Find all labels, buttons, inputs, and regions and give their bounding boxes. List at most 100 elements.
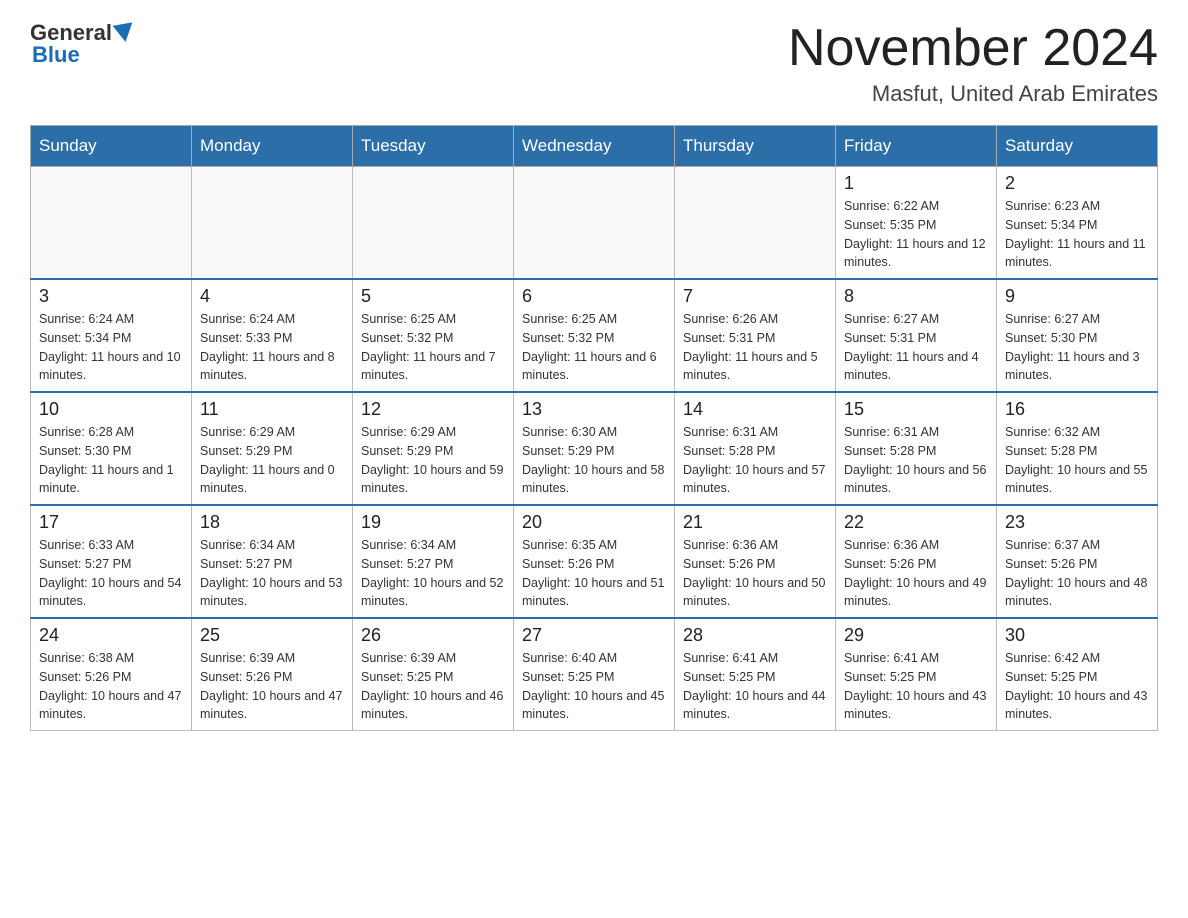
calendar-row: 3 Sunrise: 6:24 AMSunset: 5:34 PMDaylight… bbox=[31, 279, 1158, 392]
calendar-row: 17 Sunrise: 6:33 AMSunset: 5:27 PMDayligh… bbox=[31, 505, 1158, 618]
weekday-header-sunday: Sunday bbox=[31, 126, 192, 167]
calendar-cell: 12 Sunrise: 6:29 AMSunset: 5:29 PMDayligh… bbox=[353, 392, 514, 505]
day-info: Sunrise: 6:27 AMSunset: 5:30 PMDaylight:… bbox=[1005, 310, 1149, 385]
calendar-cell: 29Sunrise: 6:41 AMSunset: 5:25 PMDayligh… bbox=[836, 618, 997, 731]
calendar-body: 1 Sunrise: 6:22 AMSunset: 5:35 PMDaylight… bbox=[31, 167, 1158, 731]
calendar-cell: 30 Sunrise: 6:42 AMSunset: 5:25 PMDayligh… bbox=[997, 618, 1158, 731]
calendar-cell: 10Sunrise: 6:28 AMSunset: 5:30 PMDayligh… bbox=[31, 392, 192, 505]
day-info: Sunrise: 6:38 AMSunset: 5:26 PMDaylight:… bbox=[39, 649, 183, 724]
day-number: 17 bbox=[39, 512, 183, 533]
calendar-cell: 14Sunrise: 6:31 AMSunset: 5:28 PMDayligh… bbox=[675, 392, 836, 505]
day-number: 13 bbox=[522, 399, 666, 420]
day-info: Sunrise: 6:34 AMSunset: 5:27 PMDaylight:… bbox=[361, 536, 505, 611]
day-number: 1 bbox=[844, 173, 988, 194]
day-number: 18 bbox=[200, 512, 344, 533]
day-number: 7 bbox=[683, 286, 827, 307]
day-info: Sunrise: 6:39 AMSunset: 5:26 PMDaylight:… bbox=[200, 649, 344, 724]
calendar-cell: 3 Sunrise: 6:24 AMSunset: 5:34 PMDaylight… bbox=[31, 279, 192, 392]
weekday-header-wednesday: Wednesday bbox=[514, 126, 675, 167]
day-info: Sunrise: 6:39 AMSunset: 5:25 PMDaylight:… bbox=[361, 649, 505, 724]
day-info: Sunrise: 6:36 AMSunset: 5:26 PMDaylight:… bbox=[683, 536, 827, 611]
day-info: Sunrise: 6:30 AMSunset: 5:29 PMDaylight:… bbox=[522, 423, 666, 498]
day-info: Sunrise: 6:22 AMSunset: 5:35 PMDaylight:… bbox=[844, 197, 988, 272]
calendar-cell: 18Sunrise: 6:34 AMSunset: 5:27 PMDayligh… bbox=[192, 505, 353, 618]
calendar-row: 1 Sunrise: 6:22 AMSunset: 5:35 PMDaylight… bbox=[31, 167, 1158, 280]
day-info: Sunrise: 6:40 AMSunset: 5:25 PMDaylight:… bbox=[522, 649, 666, 724]
day-number: 6 bbox=[522, 286, 666, 307]
day-number: 21 bbox=[683, 512, 827, 533]
weekday-header-thursday: Thursday bbox=[675, 126, 836, 167]
day-info: Sunrise: 6:26 AMSunset: 5:31 PMDaylight:… bbox=[683, 310, 827, 385]
day-info: Sunrise: 6:42 AMSunset: 5:25 PMDaylight:… bbox=[1005, 649, 1149, 724]
day-number: 24 bbox=[39, 625, 183, 646]
calendar-cell: 19Sunrise: 6:34 AMSunset: 5:27 PMDayligh… bbox=[353, 505, 514, 618]
calendar-cell: 11Sunrise: 6:29 AMSunset: 5:29 PMDayligh… bbox=[192, 392, 353, 505]
day-number: 4 bbox=[200, 286, 344, 307]
calendar-cell bbox=[192, 167, 353, 280]
title-area: November 2024 Masfut, United Arab Emirat… bbox=[788, 20, 1158, 107]
day-number: 22 bbox=[844, 512, 988, 533]
month-year-title: November 2024 bbox=[788, 20, 1158, 77]
calendar-cell: 20Sunrise: 6:35 AMSunset: 5:26 PMDayligh… bbox=[514, 505, 675, 618]
calendar-cell: 21 Sunrise: 6:36 AMSunset: 5:26 PMDayligh… bbox=[675, 505, 836, 618]
calendar-cell: 2 Sunrise: 6:23 AMSunset: 5:34 PMDaylight… bbox=[997, 167, 1158, 280]
day-info: Sunrise: 6:35 AMSunset: 5:26 PMDaylight:… bbox=[522, 536, 666, 611]
calendar-cell: 28Sunrise: 6:41 AMSunset: 5:25 PMDayligh… bbox=[675, 618, 836, 731]
day-info: Sunrise: 6:23 AMSunset: 5:34 PMDaylight:… bbox=[1005, 197, 1149, 272]
calendar-cell: 6 Sunrise: 6:25 AMSunset: 5:32 PMDaylight… bbox=[514, 279, 675, 392]
day-info: Sunrise: 6:28 AMSunset: 5:30 PMDaylight:… bbox=[39, 423, 183, 498]
day-number: 8 bbox=[844, 286, 988, 307]
calendar-cell: 24 Sunrise: 6:38 AMSunset: 5:26 PMDayligh… bbox=[31, 618, 192, 731]
calendar-cell: 25 Sunrise: 6:39 AMSunset: 5:26 PMDayligh… bbox=[192, 618, 353, 731]
calendar-cell: 13 Sunrise: 6:30 AMSunset: 5:29 PMDayligh… bbox=[514, 392, 675, 505]
logo-area: General Blue bbox=[30, 20, 136, 68]
day-info: Sunrise: 6:25 AMSunset: 5:32 PMDaylight:… bbox=[522, 310, 666, 385]
calendar-cell bbox=[514, 167, 675, 280]
day-info: Sunrise: 6:27 AMSunset: 5:31 PMDaylight:… bbox=[844, 310, 988, 385]
day-number: 16 bbox=[1005, 399, 1149, 420]
calendar-row: 24 Sunrise: 6:38 AMSunset: 5:26 PMDayligh… bbox=[31, 618, 1158, 731]
day-number: 25 bbox=[200, 625, 344, 646]
day-info: Sunrise: 6:32 AMSunset: 5:28 PMDaylight:… bbox=[1005, 423, 1149, 498]
day-number: 23 bbox=[1005, 512, 1149, 533]
day-number: 28 bbox=[683, 625, 827, 646]
page-header: General Blue November 2024 Masfut, Unite… bbox=[30, 20, 1158, 107]
day-number: 9 bbox=[1005, 286, 1149, 307]
calendar-cell: 4 Sunrise: 6:24 AMSunset: 5:33 PMDaylight… bbox=[192, 279, 353, 392]
day-info: Sunrise: 6:29 AMSunset: 5:29 PMDaylight:… bbox=[200, 423, 344, 498]
calendar-cell: 27Sunrise: 6:40 AMSunset: 5:25 PMDayligh… bbox=[514, 618, 675, 731]
day-info: Sunrise: 6:37 AMSunset: 5:26 PMDaylight:… bbox=[1005, 536, 1149, 611]
weekday-header-saturday: Saturday bbox=[997, 126, 1158, 167]
calendar-cell bbox=[675, 167, 836, 280]
day-number: 30 bbox=[1005, 625, 1149, 646]
day-number: 12 bbox=[361, 399, 505, 420]
day-info: Sunrise: 6:31 AMSunset: 5:28 PMDaylight:… bbox=[683, 423, 827, 498]
calendar-row: 10Sunrise: 6:28 AMSunset: 5:30 PMDayligh… bbox=[31, 392, 1158, 505]
day-info: Sunrise: 6:41 AMSunset: 5:25 PMDaylight:… bbox=[844, 649, 988, 724]
weekday-header-row: SundayMondayTuesdayWednesdayThursdayFrid… bbox=[31, 126, 1158, 167]
calendar-cell bbox=[31, 167, 192, 280]
day-info: Sunrise: 6:33 AMSunset: 5:27 PMDaylight:… bbox=[39, 536, 183, 611]
calendar-cell: 5Sunrise: 6:25 AMSunset: 5:32 PMDaylight… bbox=[353, 279, 514, 392]
calendar-cell: 9 Sunrise: 6:27 AMSunset: 5:30 PMDaylight… bbox=[997, 279, 1158, 392]
day-number: 3 bbox=[39, 286, 183, 307]
day-info: Sunrise: 6:24 AMSunset: 5:34 PMDaylight:… bbox=[39, 310, 183, 385]
logo-blue-text: Blue bbox=[32, 42, 80, 68]
weekday-header-monday: Monday bbox=[192, 126, 353, 167]
day-info: Sunrise: 6:29 AMSunset: 5:29 PMDaylight:… bbox=[361, 423, 505, 498]
calendar-header: SundayMondayTuesdayWednesdayThursdayFrid… bbox=[31, 126, 1158, 167]
calendar-cell bbox=[353, 167, 514, 280]
weekday-header-friday: Friday bbox=[836, 126, 997, 167]
logo-triangle-icon bbox=[113, 22, 136, 43]
day-number: 15 bbox=[844, 399, 988, 420]
calendar-cell: 17 Sunrise: 6:33 AMSunset: 5:27 PMDayligh… bbox=[31, 505, 192, 618]
calendar-cell: 16 Sunrise: 6:32 AMSunset: 5:28 PMDayligh… bbox=[997, 392, 1158, 505]
calendar-cell: 1 Sunrise: 6:22 AMSunset: 5:35 PMDaylight… bbox=[836, 167, 997, 280]
day-info: Sunrise: 6:25 AMSunset: 5:32 PMDaylight:… bbox=[361, 310, 505, 385]
calendar-cell: 23 Sunrise: 6:37 AMSunset: 5:26 PMDayligh… bbox=[997, 505, 1158, 618]
day-info: Sunrise: 6:24 AMSunset: 5:33 PMDaylight:… bbox=[200, 310, 344, 385]
day-info: Sunrise: 6:31 AMSunset: 5:28 PMDaylight:… bbox=[844, 423, 988, 498]
calendar-cell: 8 Sunrise: 6:27 AMSunset: 5:31 PMDaylight… bbox=[836, 279, 997, 392]
day-number: 2 bbox=[1005, 173, 1149, 194]
calendar-cell: 26Sunrise: 6:39 AMSunset: 5:25 PMDayligh… bbox=[353, 618, 514, 731]
